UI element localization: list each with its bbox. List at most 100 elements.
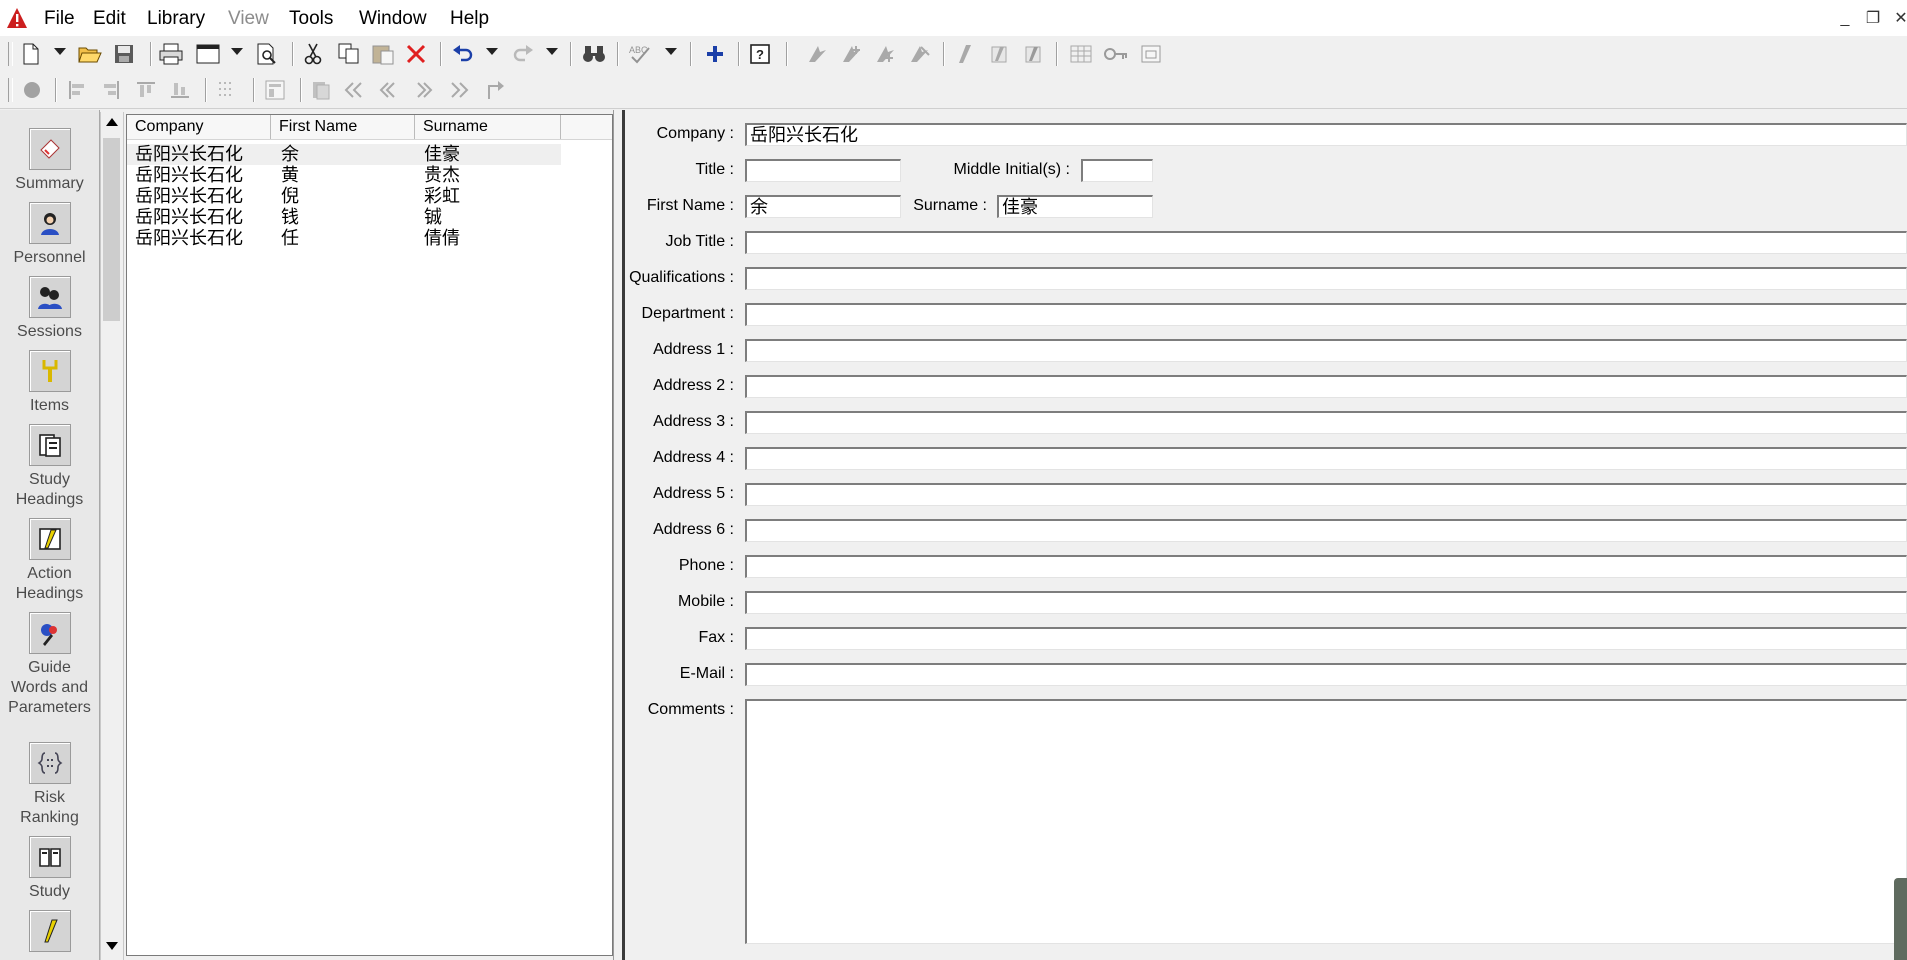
spell-check-icon[interactable]: ABC <box>627 42 653 66</box>
restore-icon[interactable]: ❐ <box>1862 9 1884 31</box>
list-item[interactable]: 岳阳兴长石化 黄 贵杰 <box>127 165 561 186</box>
new-document-icon[interactable] <box>18 42 44 66</box>
comments-field[interactable] <box>745 699 1907 944</box>
edge-resize-handle[interactable] <box>1894 878 1907 960</box>
list-item[interactable]: 岳阳兴长石化 倪 彩虹 <box>127 186 561 207</box>
department-field[interactable] <box>745 303 1907 326</box>
save-icon[interactable] <box>111 42 137 66</box>
qualifications-field[interactable] <box>745 267 1907 290</box>
align-right-icon[interactable] <box>98 78 124 102</box>
minimize-icon[interactable]: _ <box>1834 9 1856 31</box>
spell-dropdown-icon[interactable] <box>665 48 677 55</box>
menu-edit[interactable]: Edit <box>93 8 126 30</box>
fax-field[interactable] <box>745 627 1907 650</box>
record-icon[interactable] <box>19 78 45 102</box>
next-record-icon[interactable] <box>411 78 437 102</box>
print-icon[interactable] <box>158 42 184 66</box>
calendar-icon[interactable] <box>1138 42 1164 66</box>
menu-view[interactable]: View <box>228 8 269 30</box>
nav-sessions[interactable]: Sessions <box>0 276 99 342</box>
nav-study-headings[interactable]: Study Headings <box>0 424 99 510</box>
align-left-icon[interactable] <box>64 78 90 102</box>
address3-field[interactable] <box>745 411 1907 434</box>
address5-field[interactable] <box>745 483 1907 506</box>
align-top-icon[interactable] <box>133 78 159 102</box>
menu-window[interactable]: Window <box>359 8 427 30</box>
mobile-field[interactable] <box>745 591 1907 614</box>
first-record-icon[interactable] <box>341 78 367 102</box>
address4-field[interactable] <box>745 447 1907 470</box>
cut-icon[interactable] <box>300 42 326 66</box>
nav-risk-ranking[interactable]: Risk Ranking <box>0 742 99 828</box>
form-view-icon[interactable] <box>262 78 288 102</box>
redo-dropdown-icon[interactable] <box>546 48 558 55</box>
risk-tool-1-icon[interactable] <box>804 42 830 66</box>
job-title-field[interactable] <box>745 231 1907 254</box>
title-field[interactable] <box>745 159 901 182</box>
sidebar-scrollbar[interactable] <box>100 112 124 960</box>
company-field[interactable]: 岳阳兴长石化 <box>745 123 1907 146</box>
action-tool-3-icon[interactable] <box>1020 42 1046 66</box>
risk-tool-3-icon[interactable] <box>872 42 898 66</box>
middle-initials-field[interactable] <box>1081 159 1153 182</box>
undo-icon[interactable] <box>449 42 475 66</box>
list-item[interactable]: 岳阳兴长石化 钱 铖 <box>127 207 561 228</box>
new-dropdown-icon[interactable] <box>54 48 66 55</box>
scroll-up-icon[interactable] <box>106 118 118 126</box>
email-field[interactable] <box>745 663 1907 686</box>
find-binoculars-icon[interactable] <box>581 42 607 66</box>
nav-guide-words[interactable]: Guide Words and Parameters <box>0 612 99 718</box>
list-item[interactable]: 岳阳兴长石化 余 佳豪 <box>127 144 561 165</box>
risk-tool-4-icon[interactable] <box>906 42 932 66</box>
page-layout-icon[interactable] <box>195 42 221 66</box>
key-icon[interactable] <box>1103 42 1129 66</box>
surname-field[interactable]: 佳豪 <box>997 195 1153 218</box>
undo-dropdown-icon[interactable] <box>486 48 498 55</box>
nav-summary[interactable]: Summary <box>0 128 99 194</box>
first-name-field[interactable]: 余 <box>745 195 901 218</box>
copy-icon[interactable] <box>336 42 362 66</box>
actions-icon <box>28 910 71 952</box>
nav-study[interactable]: Study <box>0 836 99 902</box>
app-warning-icon[interactable] <box>6 7 28 34</box>
goto-record-icon[interactable] <box>482 78 508 102</box>
scrollbar-thumb[interactable] <box>103 138 120 321</box>
paste-icon[interactable] <box>370 42 396 66</box>
action-tool-2-icon[interactable] <box>986 42 1012 66</box>
column-header-surname[interactable]: Surname <box>415 115 561 139</box>
last-record-icon[interactable] <box>446 78 472 102</box>
menu-help[interactable]: Help <box>450 8 489 30</box>
column-header-company[interactable]: Company <box>127 115 271 139</box>
open-folder-icon[interactable] <box>77 42 103 66</box>
close-window-icon[interactable]: ✕ <box>1890 9 1907 31</box>
nav-actions[interactable] <box>0 910 99 956</box>
phone-field[interactable] <box>745 555 1907 578</box>
risk-tool-2-icon[interactable] <box>838 42 864 66</box>
align-bottom-icon[interactable] <box>167 78 193 102</box>
list-item[interactable]: 岳阳兴长石化 任 倩倩 <box>127 228 561 249</box>
address1-field[interactable] <box>745 339 1907 362</box>
scroll-down-icon[interactable] <box>106 942 118 950</box>
context-help-icon[interactable]: ? <box>747 42 773 66</box>
address2-field[interactable] <box>745 375 1907 398</box>
menu-tools[interactable]: Tools <box>289 8 333 30</box>
grid-dots-icon[interactable] <box>214 78 240 102</box>
add-icon[interactable] <box>702 42 728 66</box>
column-header-first-name[interactable]: First Name <box>271 115 415 139</box>
previous-record-icon[interactable] <box>375 78 401 102</box>
print-preview-icon[interactable] <box>254 42 280 66</box>
layout-dropdown-icon[interactable] <box>231 48 243 55</box>
nav-action-headings[interactable]: Action Headings <box>0 518 99 604</box>
toolbar-grip[interactable] <box>8 42 13 66</box>
nav-items[interactable]: Items <box>0 350 99 416</box>
grid-icon[interactable] <box>1068 42 1094 66</box>
delete-icon[interactable] <box>403 42 429 66</box>
record-list-icon[interactable] <box>308 78 334 102</box>
redo-icon[interactable] <box>511 42 537 66</box>
action-tool-1-icon[interactable] <box>952 42 978 66</box>
menu-file[interactable]: File <box>44 8 75 30</box>
toolbar-grip[interactable] <box>8 78 13 102</box>
menu-library[interactable]: Library <box>147 8 205 30</box>
nav-personnel[interactable]: Personnel <box>0 202 99 268</box>
address6-field[interactable] <box>745 519 1907 542</box>
